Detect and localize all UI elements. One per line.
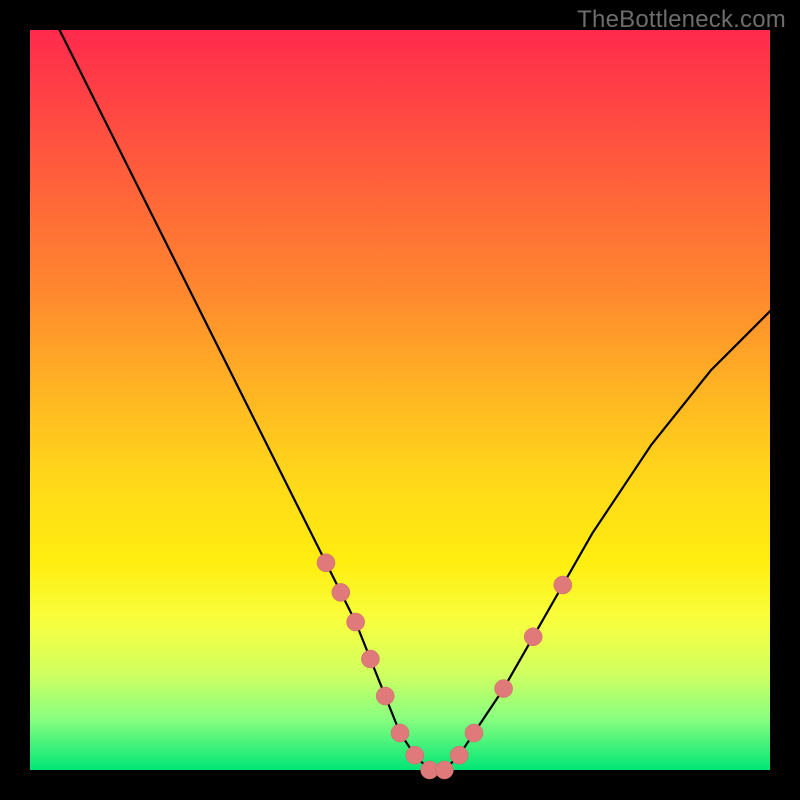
chart-svg — [30, 30, 770, 770]
curve-marker — [435, 761, 453, 779]
curve-marker — [361, 650, 379, 668]
curve-marker — [317, 554, 335, 572]
curve-marker — [495, 680, 513, 698]
marker-group — [317, 554, 572, 779]
curve-marker — [465, 724, 483, 742]
bottleneck-curve — [60, 30, 770, 770]
curve-marker — [554, 576, 572, 594]
curve-marker — [406, 746, 424, 764]
curve-marker — [524, 628, 542, 646]
curve-marker — [347, 613, 365, 631]
curve-marker — [332, 583, 350, 601]
curve-marker — [450, 746, 468, 764]
curve-marker — [391, 724, 409, 742]
chart-frame: TheBottleneck.com — [0, 0, 800, 800]
plot-area — [30, 30, 770, 770]
curve-marker — [376, 687, 394, 705]
